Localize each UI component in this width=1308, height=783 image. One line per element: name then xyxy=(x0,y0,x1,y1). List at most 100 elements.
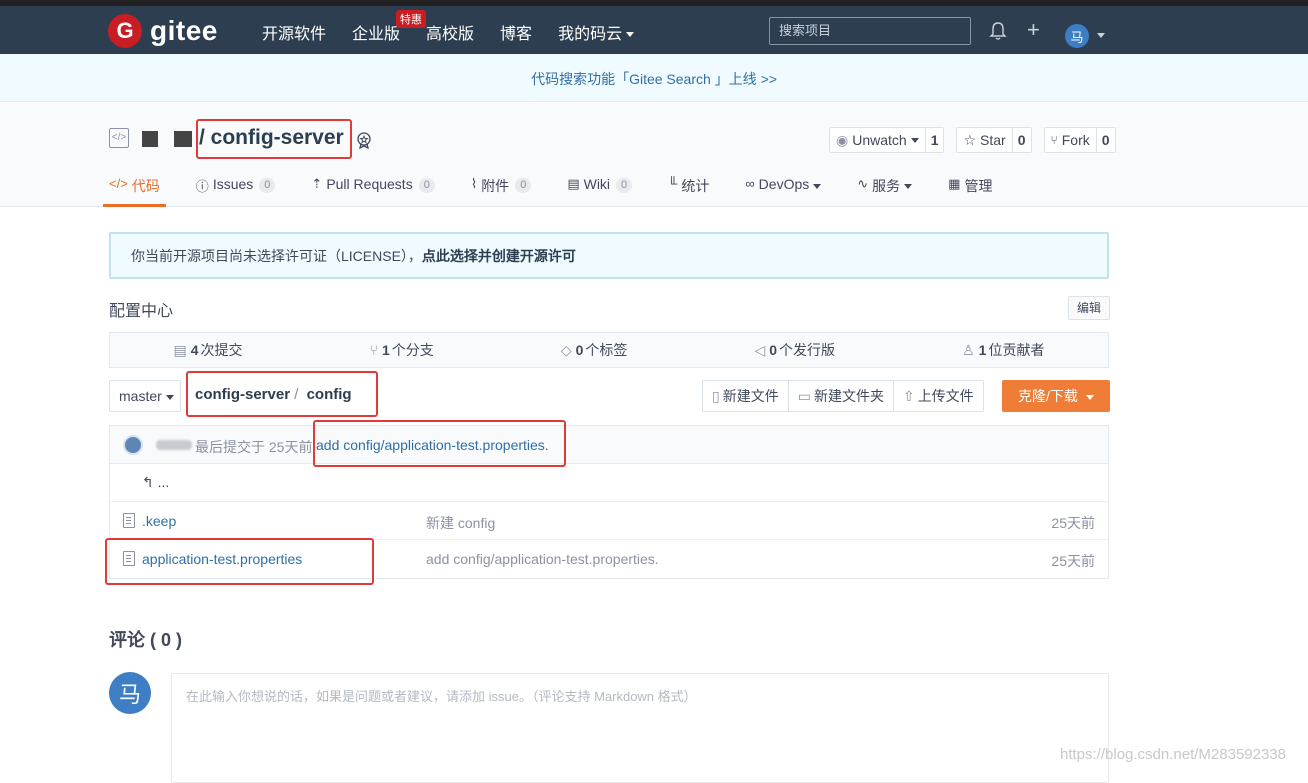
file-commit-message[interactable]: add config/application-test.properties. xyxy=(426,551,659,567)
attachments-count-badge: 0 xyxy=(515,178,532,193)
paperclip-icon: ⌇ xyxy=(470,176,478,191)
tab-stats[interactable]: ╙ 统计 xyxy=(668,176,709,207)
tab-pr-label: Pull Requests xyxy=(326,176,413,192)
infinity-icon: ∞ xyxy=(745,176,755,191)
committer-avatar[interactable] xyxy=(123,435,143,455)
redacted-owner xyxy=(142,131,158,147)
announcement-banner[interactable]: 代码搜索功能「Gitee Search 」上线 >> xyxy=(0,54,1308,102)
chevron-down-icon xyxy=(910,137,919,143)
license-text: 你当前开源项目尚未选择许可证（LICENSE）， xyxy=(131,248,422,264)
contributors-label: 位贡献者 xyxy=(988,342,1045,358)
tab-manage[interactable]: ▦ 管理 xyxy=(948,176,992,207)
tab-code-label: 代码 xyxy=(131,178,160,194)
fork-button[interactable]: ⑂ Fork 0 xyxy=(1043,127,1116,153)
nav-open-source[interactable]: 开源软件 xyxy=(262,20,326,44)
file-time: 25天前 xyxy=(1051,515,1095,531)
tab-pull-requests[interactable]: ⇡ Pull Requests 0 xyxy=(311,176,435,207)
tab-devops-label: DevOps xyxy=(758,176,810,192)
pr-count-badge: 0 xyxy=(418,178,435,193)
highlight-box xyxy=(186,371,378,417)
unwatch-button[interactable]: ◉ Unwatch 1 xyxy=(829,127,945,153)
fork-count[interactable]: 0 xyxy=(1097,128,1115,152)
redacted-owner xyxy=(174,131,192,147)
new-folder-button[interactable]: ▭ 新建文件夹 xyxy=(789,381,894,411)
stat-branches[interactable]: ⑂ 1 个分支 xyxy=(370,340,434,360)
branch-icon: ⑂ xyxy=(369,342,378,358)
chevron-down-icon xyxy=(626,32,635,38)
edit-description-button[interactable]: 编辑 xyxy=(1068,296,1110,320)
tags-label: 个标签 xyxy=(585,342,628,358)
contributors-count: 1 xyxy=(978,342,987,358)
issue-icon: ⓘ xyxy=(195,179,209,194)
wiki-count-badge: 0 xyxy=(616,178,633,193)
redacted-committer-name xyxy=(156,440,192,450)
parent-dir-row[interactable]: ↰ ... xyxy=(110,464,1108,502)
tab-services[interactable]: ∿ 服务 xyxy=(857,176,913,207)
upload-label: 上传文件 xyxy=(917,388,974,404)
file-name[interactable]: .keep xyxy=(142,513,176,529)
star-button[interactable]: ☆ Star 0 xyxy=(956,127,1032,153)
plus-icon[interactable]: + xyxy=(1027,19,1040,41)
license-link[interactable]: 点此选择并创建开源许可 xyxy=(422,248,576,264)
gitee-logo[interactable]: G gitee xyxy=(108,14,218,48)
tab-attachments[interactable]: ⌇ 附件 0 xyxy=(470,176,532,207)
watch-count[interactable]: 1 xyxy=(926,128,944,152)
clone-label: 克隆/下载 xyxy=(1018,388,1078,404)
tab-wiki-label: Wiki xyxy=(583,176,611,192)
user-avatar[interactable]: 马 xyxy=(1065,24,1089,48)
code-repo-icon: </> xyxy=(109,128,129,148)
tag-icon: ◇ xyxy=(560,342,572,358)
chevron-down-icon xyxy=(165,394,174,400)
avatar-chevron-down-icon[interactable] xyxy=(1097,33,1105,38)
file-commit-message[interactable]: 新建 config xyxy=(426,513,495,533)
upload-icon: ⇧ xyxy=(902,388,915,404)
commits-count: 4 xyxy=(190,342,199,358)
promo-badge: 特惠 xyxy=(396,10,427,28)
tab-services-label: 服务 xyxy=(872,178,901,194)
bell-icon[interactable] xyxy=(989,21,1007,41)
nav-my-gitee-label: 我的码云 xyxy=(558,26,623,43)
table-row: .keep 新建 config 25天前 xyxy=(110,502,1108,540)
fork-label: ⑂ Fork xyxy=(1045,128,1097,152)
nav-blog[interactable]: 博客 xyxy=(500,20,532,44)
nav-education[interactable]: 高校版 xyxy=(426,20,474,44)
nav-my-gitee[interactable]: 我的码云 xyxy=(558,20,635,44)
comment-textarea[interactable]: 在此输入你想说的话，如果是问题或者建议，请添加 issue。（评论支持 Mark… xyxy=(171,673,1109,783)
stat-tags[interactable]: ◇ 0 个标签 xyxy=(561,340,628,360)
search-input[interactable]: 搜索项目 xyxy=(769,17,971,45)
branches-label: 个分支 xyxy=(391,342,434,358)
clone-download-button[interactable]: 克隆/下载 xyxy=(1002,380,1110,412)
comments-title: 评论 ( 0 ) xyxy=(109,630,183,650)
stat-releases[interactable]: ◁ 0 个发行版 xyxy=(754,340,835,360)
logo-text: gitee xyxy=(150,15,218,46)
star-icon: ☆ xyxy=(963,132,977,148)
parent-dir-label: ... xyxy=(157,474,170,490)
parent-dir-link[interactable]: ↰ ... xyxy=(142,474,169,491)
branch-select[interactable]: master xyxy=(109,380,181,412)
file-icon xyxy=(123,513,135,528)
stat-commits[interactable]: ▤ 4 次提交 xyxy=(174,340,243,360)
highlight-box xyxy=(313,420,566,467)
new-file-label: 新建文件 xyxy=(722,388,779,404)
star-count[interactable]: 0 xyxy=(1013,128,1031,152)
logo-icon: G xyxy=(108,14,142,48)
pr-icon: ⇡ xyxy=(311,176,323,191)
stat-contributors[interactable]: ♙ 1 位贡献者 xyxy=(962,340,1044,360)
unwatch-label: ◉ Unwatch xyxy=(830,128,926,152)
tab-code[interactable]: </> 代码 xyxy=(103,176,166,207)
tab-issues[interactable]: ⓘ Issues 0 xyxy=(196,176,276,207)
commit-meta: 最后提交于 25天前 xyxy=(195,439,313,455)
new-file-button[interactable]: ▯ 新建文件 xyxy=(703,381,789,411)
tab-devops[interactable]: ∞ DevOps xyxy=(745,176,822,207)
nav-enterprise[interactable]: 企业版 特惠 xyxy=(352,10,427,44)
commit-icon: ▤ xyxy=(173,342,187,358)
upload-file-button[interactable]: ⇧ 上传文件 xyxy=(894,381,983,411)
top-navbar: G gitee 开源软件 企业版 特惠 高校版 博客 我的码云 搜索项目 + 马 xyxy=(0,0,1308,54)
release-icon: ◁ xyxy=(754,342,766,358)
new-folder-label: 新建文件夹 xyxy=(813,388,884,404)
repo-tabs: </> 代码 ⓘ Issues 0 ⇡ Pull Requests 0 ⌇ 附件 0 ▤ Wik… xyxy=(103,176,1028,207)
tab-wiki[interactable]: ▤ Wiki 0 xyxy=(567,176,633,207)
branches-count: 1 xyxy=(382,342,390,358)
code-icon: </> xyxy=(109,176,128,191)
highlight-box xyxy=(105,538,374,585)
